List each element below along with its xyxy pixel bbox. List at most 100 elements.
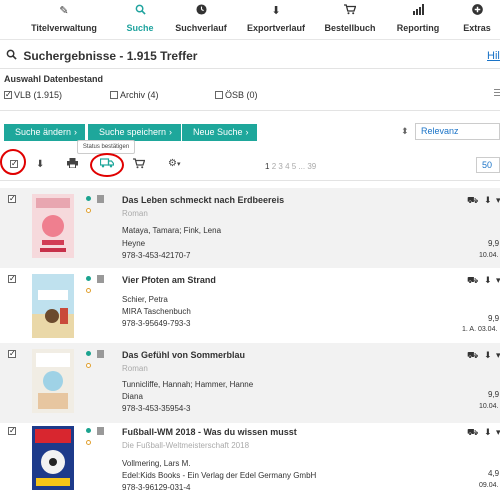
gear-icon[interactable]: ⚙▾ [168, 158, 180, 169]
result-authors: Schier, Petra [122, 295, 168, 304]
filter-label: Archiv (4) [120, 90, 159, 100]
result-authors: Vollmering, Lars M. [122, 459, 191, 468]
book-cover[interactable] [32, 426, 74, 490]
highlight-circle [0, 149, 26, 175]
row-checkbox[interactable] [8, 350, 16, 358]
top-navigation: ✎ Titelverwaltung Suche Suchverlauf ⬇ Ex… [0, 0, 500, 40]
menu-icon[interactable] [494, 89, 500, 98]
download-icon[interactable]: ⬇ [484, 195, 492, 206]
result-title[interactable]: Das Gefühl von Sommerblau [122, 350, 245, 360]
page-link[interactable]: 3 [278, 162, 282, 171]
button-label: Neue Suche [193, 127, 243, 137]
status-ring [86, 288, 91, 293]
cart-icon[interactable] [133, 158, 146, 172]
sort-direction-icon[interactable]: ⬍ [401, 126, 409, 137]
result-date: 10.04. [479, 252, 499, 259]
chevron-down-icon: ▾ [176, 161, 181, 168]
search-icon [6, 49, 20, 63]
chevron-down-icon[interactable]: ▾ [496, 350, 500, 361]
row-checkbox[interactable] [8, 195, 16, 203]
nav-label: Suchverlauf [175, 23, 227, 33]
document-icon [97, 350, 104, 358]
book-cover[interactable] [32, 349, 74, 413]
nav-titelverwaltung[interactable]: ✎ Titelverwaltung [24, 0, 104, 40]
result-publisher: Edel:Kids Books - Ein Verlag der Edel Ge… [122, 471, 317, 480]
result-row: Das Leben schmeckt nach Erdbeereis Roman… [0, 188, 500, 268]
button-label: Suche speichern [99, 127, 167, 137]
page-link[interactable]: 4 [285, 162, 289, 171]
highlight-circle [90, 153, 124, 177]
nav-extras[interactable]: Extras [437, 0, 500, 40]
filter-archiv[interactable]: Archiv (4) [110, 90, 159, 100]
row-checkbox[interactable] [8, 275, 16, 283]
page-title-text: Suchergebnisse - 1.915 Treffer [23, 49, 198, 63]
page-link[interactable]: 2 [272, 162, 276, 171]
status-dot [86, 276, 91, 281]
nav-suchverlauf[interactable]: Suchverlauf [161, 0, 241, 40]
new-search-button[interactable]: Neue Suche › [182, 124, 257, 141]
result-title[interactable]: Das Leben schmeckt nach Erdbeereis [122, 195, 284, 205]
page-link[interactable]: 39 [307, 162, 316, 171]
result-publisher: Diana [122, 392, 143, 401]
divider [0, 68, 500, 69]
nav-label: Extras [463, 23, 491, 33]
truck-icon[interactable]: ⛟ [467, 195, 478, 207]
result-row: Vier Pfoten am Strand Schier, Petra MIRA… [0, 268, 500, 348]
filter-osb[interactable]: ÖSB (0) [215, 90, 258, 100]
chevron-down-icon[interactable]: ▾ [496, 427, 500, 438]
result-date: 09.04. [479, 482, 499, 489]
change-search-button[interactable]: Suche ändern › [4, 124, 85, 141]
result-price: 4,9 [488, 469, 500, 478]
truck-icon[interactable]: ⛟ [467, 275, 478, 287]
result-title[interactable]: Vier Pfoten am Strand [122, 275, 216, 285]
download-icon: ⬇ [271, 5, 281, 17]
plus-circle-icon [437, 4, 500, 18]
page-ellipsis: ... [298, 162, 306, 171]
result-title[interactable]: Fußball-WM 2018 - Was du wissen musst [122, 427, 297, 437]
pencil-icon: ✎ [59, 5, 69, 17]
result-isbn: 978-3-453-35954-3 [122, 404, 191, 413]
truck-icon[interactable]: ⛟ [467, 427, 478, 439]
download-icon[interactable]: ⬇ [36, 159, 44, 170]
print-icon[interactable] [67, 158, 78, 171]
result-subtitle: Roman [122, 209, 148, 218]
page-current[interactable]: 1 [265, 162, 269, 171]
result-price: 9,9 [488, 239, 500, 248]
download-icon[interactable]: ⬇ [484, 275, 492, 286]
chevron-right-icon: › [169, 127, 173, 137]
help-link[interactable]: Hilfe [487, 50, 500, 62]
book-cover[interactable] [32, 194, 74, 258]
status-ring [86, 363, 91, 368]
result-subtitle: Roman [122, 364, 148, 373]
result-isbn: 978-3-96129-031-4 [122, 483, 191, 492]
result-row: Fußball-WM 2018 - Was du wissen musst Di… [0, 420, 500, 500]
status-dot [86, 428, 91, 433]
chevron-down-icon[interactable]: ▾ [496, 275, 500, 286]
nav-exportverlauf[interactable]: ⬇ Exportverlauf [236, 0, 316, 40]
status-ring [86, 440, 91, 445]
truck-icon[interactable]: ⛟ [467, 350, 478, 362]
page-title: Suchergebnisse - 1.915 Treffer [6, 49, 197, 63]
chevron-down-icon[interactable]: ▾ [496, 195, 500, 206]
result-price: 9,9 [488, 314, 500, 323]
filter-vlb[interactable]: VLB (1.915) [4, 90, 62, 100]
filter-label: VLB (1.915) [14, 90, 63, 100]
divider [0, 180, 500, 181]
clock-icon [161, 4, 241, 18]
vlb-checkbox[interactable] [4, 91, 12, 99]
row-checkbox[interactable] [8, 427, 16, 435]
result-publisher: Heyne [122, 239, 146, 248]
dataset-heading: Auswahl Datenbestand [4, 74, 104, 84]
download-icon[interactable]: ⬇ [484, 427, 492, 438]
per-page-select[interactable]: 50 [476, 157, 500, 173]
save-search-button[interactable]: Suche speichern › [88, 124, 181, 141]
chevron-right-icon: › [245, 127, 249, 137]
archiv-checkbox[interactable] [110, 91, 118, 99]
download-icon[interactable]: ⬇ [484, 350, 492, 361]
page-link[interactable]: 5 [292, 162, 296, 171]
sort-select[interactable]: Relevanz [415, 123, 500, 140]
osb-checkbox[interactable] [215, 91, 223, 99]
chevron-right-icon: › [74, 127, 78, 137]
status-ring [86, 208, 91, 213]
book-cover[interactable] [32, 274, 74, 338]
